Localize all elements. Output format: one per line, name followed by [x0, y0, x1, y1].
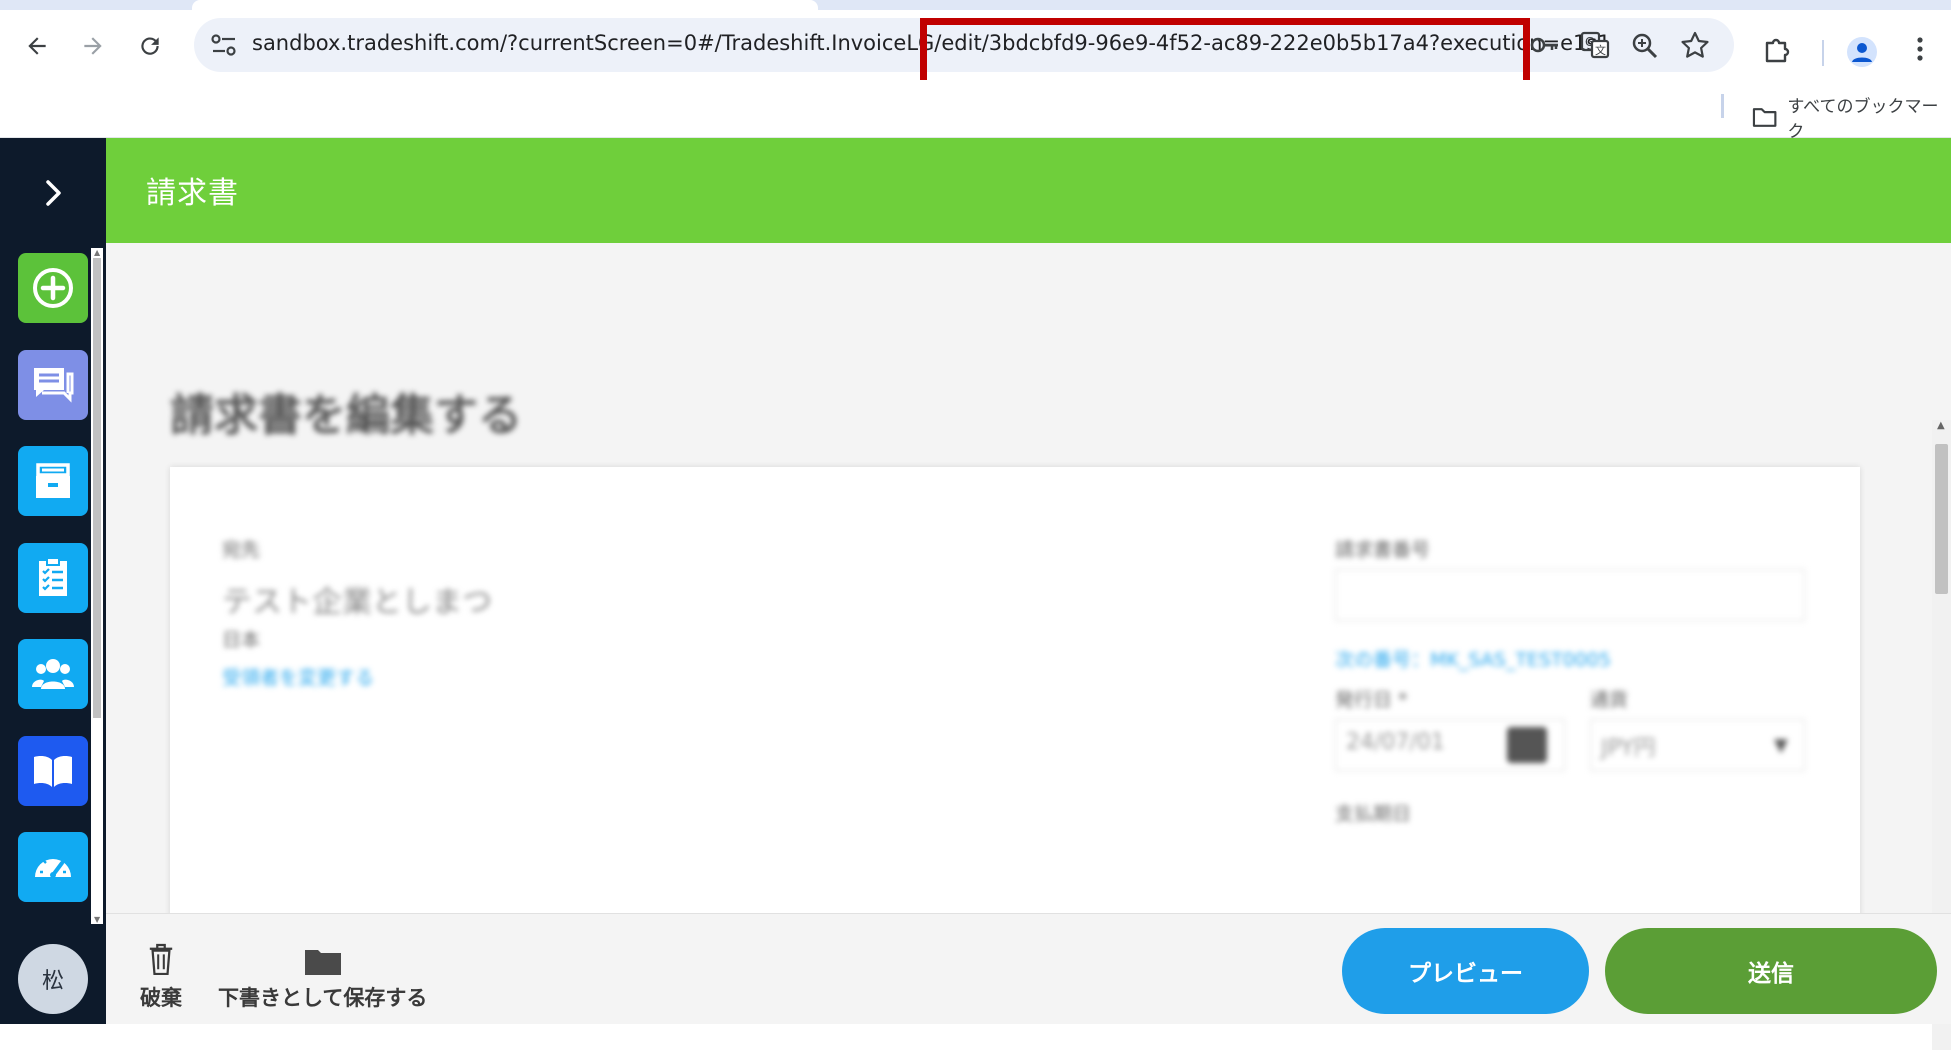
content-scroll-thumb[interactable]	[1935, 444, 1948, 594]
browser-toolbar: sandbox.tradeshift.com/?currentScreen=0#…	[0, 10, 1951, 98]
discard-button[interactable]: 破棄	[140, 940, 182, 1012]
bookmark-separator	[1721, 94, 1724, 118]
tradeshift-app: ▲ ▼ 松 請求書 請求書を編集する 宛先 テスト企業としまつ 日本 受領者を変…	[0, 138, 1951, 1050]
preview-button[interactable]: プレビュー	[1342, 928, 1589, 1014]
scroll-up-arrow-icon[interactable]: ▲	[1937, 420, 1945, 431]
active-tab[interactable]	[192, 0, 818, 10]
arrow-left-icon	[28, 37, 46, 55]
page-title: 請求書	[146, 176, 239, 211]
app-header: 請求書	[106, 138, 1951, 243]
save-draft-label: 下書きとして保存する	[218, 986, 428, 1010]
sidebar-scroll-thumb[interactable]	[93, 258, 101, 718]
key-icon[interactable]	[1530, 31, 1560, 59]
checklist-icon	[39, 557, 67, 596]
currency-select[interactable]: JPY円	[1590, 719, 1805, 771]
scroll-up-arrow-icon[interactable]: ▲	[94, 248, 100, 257]
invoice-number-label: 請求書番号	[1335, 539, 1431, 561]
chat-icon	[34, 368, 74, 403]
sidebar-item-tasks[interactable]	[18, 543, 88, 613]
action-bar: 破棄 下書きとして保存する プレビュー 送信	[106, 913, 1951, 1024]
invoice-card: 宛先 テスト企業としまつ 日本 受領者を変更する 請求書番号 次の番号：MK_S…	[170, 467, 1860, 913]
back-button[interactable]	[19, 28, 55, 64]
chevron-down-icon: ▼	[1774, 735, 1788, 756]
folder-icon	[1752, 108, 1777, 127]
arrow-right-icon	[84, 37, 102, 55]
recipient-company: テスト企業としまつ	[222, 585, 492, 620]
scroll-down-arrow-icon[interactable]: ▼	[94, 915, 100, 924]
book-icon	[34, 756, 72, 787]
svg-text:文: 文	[1595, 43, 1606, 57]
recipient-country: 日本	[222, 629, 261, 651]
zoom-icon[interactable]	[1630, 31, 1660, 59]
folder-icon	[304, 950, 341, 975]
chevron-right-icon	[46, 180, 61, 206]
issue-date-label: 発行日 *	[1335, 689, 1408, 711]
forward-button[interactable]	[75, 28, 111, 64]
all-bookmarks-label: すべてのブックマーク	[1787, 97, 1939, 142]
puzzle-icon[interactable]	[1762, 34, 1792, 64]
gauge-icon	[35, 856, 71, 878]
plus-circle-icon	[33, 268, 73, 308]
people-icon	[32, 659, 74, 689]
tune-icon[interactable]	[210, 32, 238, 58]
edit-invoice-heading: 請求書を編集する	[170, 390, 522, 441]
reload-icon	[141, 37, 159, 55]
all-bookmarks-button[interactable]: すべてのブックマーク	[1752, 92, 1951, 142]
to-label: 宛先	[222, 539, 261, 561]
person-icon[interactable]	[1847, 37, 1877, 67]
toolbar-divider	[1822, 40, 1824, 66]
translate-icon[interactable]: G文	[1580, 31, 1610, 59]
user-avatar[interactable]: 松	[18, 944, 88, 1014]
calendar-icon[interactable]	[1507, 727, 1547, 763]
trash-icon	[149, 943, 173, 976]
next-number-link[interactable]: 次の番号：MK_SAS_TEST0005	[1335, 645, 1611, 672]
invoice-edit-area: 請求書を編集する 宛先 テスト企業としまつ 日本 受領者を変更する 請求書番号 …	[106, 243, 1951, 913]
sidebar-item-dashboard[interactable]	[18, 832, 88, 902]
send-button[interactable]: 送信	[1605, 928, 1937, 1014]
sidebar-item-messages[interactable]	[18, 350, 88, 420]
currency-label: 通貨	[1590, 689, 1629, 711]
discard-label: 破棄	[140, 986, 182, 1010]
sidebar-scrollbar[interactable]: ▲ ▼	[91, 248, 103, 924]
save-draft-button[interactable]: 下書きとして保存する	[218, 940, 427, 1012]
bookmark-bar: すべてのブックマーク	[0, 80, 1951, 142]
sidebar-item-network[interactable]	[18, 639, 88, 709]
invoice-number-input[interactable]	[1335, 569, 1805, 621]
reload-button[interactable]	[132, 28, 168, 64]
star-icon[interactable]	[1680, 31, 1710, 59]
sidebar-rail: ▲ ▼ 松	[0, 138, 106, 1024]
due-date-label: 支払期日	[1335, 803, 1412, 825]
sidebar-item-create-new[interactable]	[18, 253, 88, 323]
archive-icon	[36, 463, 70, 498]
tab-strip	[0, 0, 1951, 10]
kebab-icon[interactable]	[1905, 34, 1935, 64]
expand-sidebar-button[interactable]	[33, 173, 73, 213]
change-recipient-link[interactable]: 受領者を変更する	[222, 663, 374, 690]
sidebar-item-help[interactable]	[18, 736, 88, 806]
sidebar-item-documents[interactable]	[18, 446, 88, 516]
